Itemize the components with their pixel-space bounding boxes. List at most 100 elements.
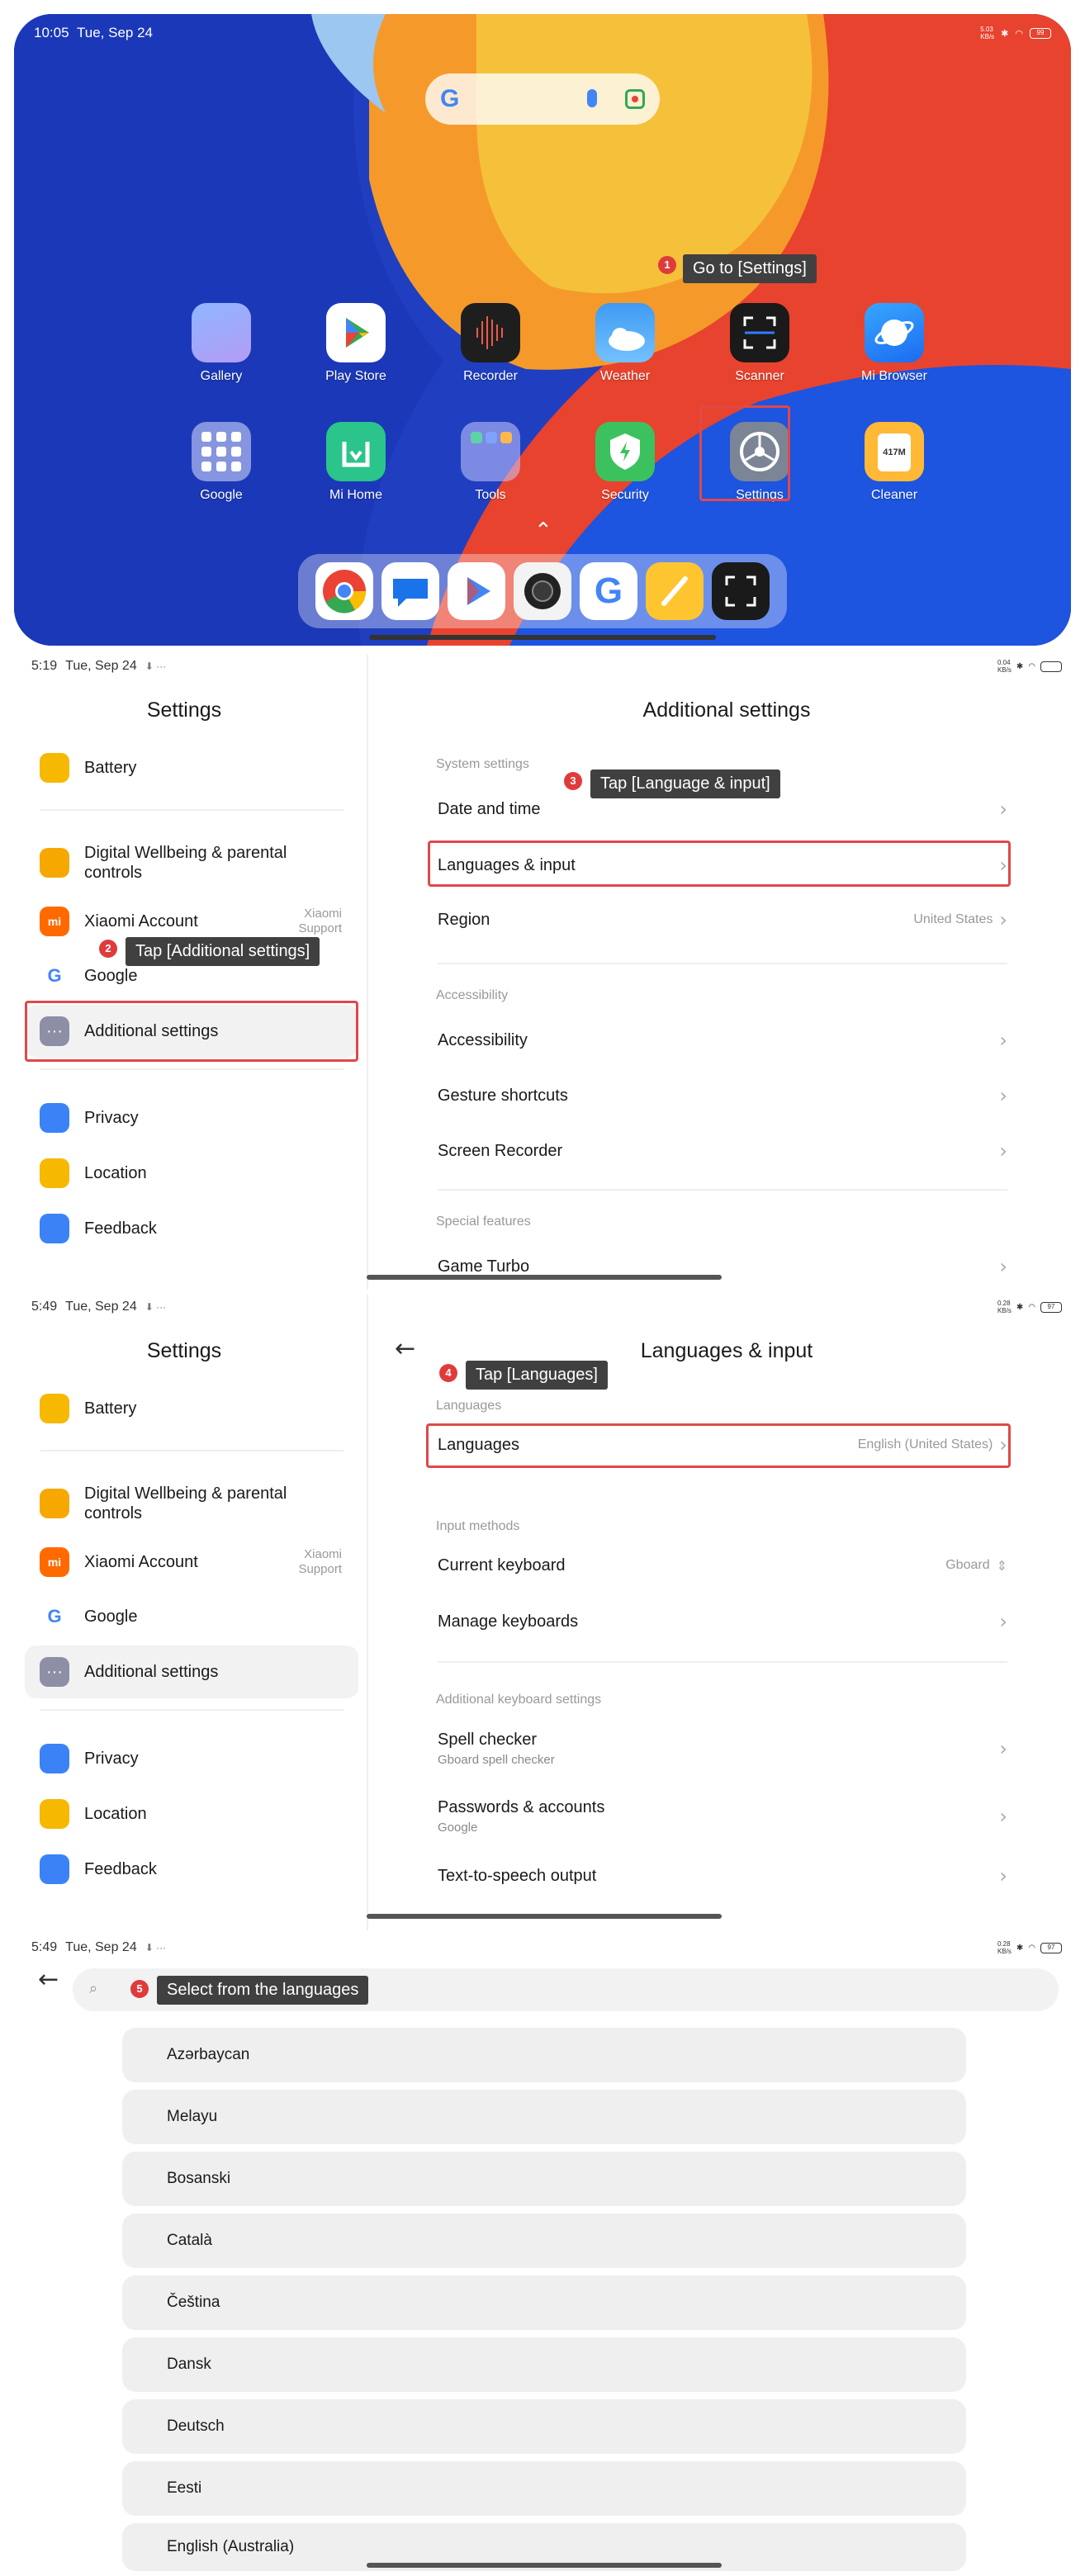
sidebar-item-feedback[interactable]: Feedback: [25, 1843, 358, 1896]
app-label: Mi Home: [329, 488, 382, 502]
updown-chevron-icon: ⇕: [996, 1557, 1007, 1574]
sidebar-item-privacy[interactable]: Privacy: [25, 1091, 358, 1144]
app-label: Recorder: [463, 369, 518, 383]
notes-icon[interactable]: [646, 562, 704, 620]
cleaner-badge: 417M: [878, 433, 911, 471]
row-spell-checker[interactable]: Spell checker Gboard spell checker ›: [438, 1726, 1007, 1772]
google-g-icon: G: [47, 965, 62, 986]
language-item[interactable]: Deutsch: [122, 2399, 966, 2454]
sidebar-item-location[interactable]: Location: [25, 1788, 358, 1840]
wellbeing-icon: [40, 1489, 69, 1518]
app-mi-home[interactable]: Mi Home: [302, 422, 410, 503]
home-indicator[interactable]: [367, 1275, 722, 1280]
google-search-widget[interactable]: G: [425, 73, 660, 125]
row-manage-keyboards[interactable]: Manage keyboards ›: [438, 1605, 1007, 1638]
language-item[interactable]: Eesti: [122, 2461, 966, 2516]
scanner-icon[interactable]: [712, 562, 770, 620]
row-screen-recorder[interactable]: Screen Recorder ›: [438, 1134, 1007, 1167]
row-region[interactable]: Region United States ›: [438, 903, 1007, 936]
divider: [438, 1189, 1007, 1191]
back-arrow-icon[interactable]: ←: [38, 1965, 59, 1994]
home-indicator[interactable]: [367, 2563, 722, 2568]
sidebar-item-digital-wellbeing[interactable]: Digital Wellbeing & parental controls: [25, 834, 358, 892]
lens-icon[interactable]: [625, 89, 645, 109]
net-speed: 0.04 KB/s: [997, 659, 1012, 674]
sidebar-title: Settings: [146, 1339, 222, 1362]
cleaner-icon: 417M: [865, 422, 924, 481]
section-header: Special features: [436, 1215, 531, 1229]
sidebar-item-battery[interactable]: Battery: [25, 741, 358, 794]
app-play-store[interactable]: Play Store: [302, 303, 410, 384]
mic-icon[interactable]: [587, 89, 597, 107]
chevron-up-icon[interactable]: ⌃: [534, 518, 552, 543]
status-date: Tue, Sep 24: [65, 1940, 137, 1954]
security-icon: [595, 422, 655, 481]
language-item[interactable]: Dansk: [122, 2337, 966, 2392]
app-scanner[interactable]: Scanner: [706, 303, 813, 384]
highlight-languages: [426, 1423, 1011, 1468]
section-header: System settings: [436, 757, 529, 771]
google-icon[interactable]: G: [580, 562, 637, 620]
app-security[interactable]: Security: [571, 422, 679, 503]
messages-icon[interactable]: [381, 562, 439, 620]
app-gallery[interactable]: Gallery: [168, 303, 275, 384]
language-item[interactable]: Bosanski: [122, 2152, 966, 2206]
weather-icon: [595, 303, 655, 362]
app-tools-folder[interactable]: Tools: [437, 422, 544, 503]
sidebar-item-xiaomi-account[interactable]: mi Xiaomi Account Xiaomi Support: [25, 1536, 358, 1589]
sidebar-item-privacy[interactable]: Privacy: [25, 1732, 358, 1785]
sidebar-item-additional-settings[interactable]: ··· Additional settings: [25, 1646, 358, 1698]
chevron-right-icon: ›: [999, 1139, 1007, 1163]
language-item[interactable]: Čeština: [122, 2275, 966, 2330]
app-google-folder[interactable]: Google: [168, 422, 275, 503]
chevron-right-icon: ›: [999, 1084, 1007, 1107]
app-recorder[interactable]: Recorder: [437, 303, 544, 384]
sidebar-item-location[interactable]: Location: [25, 1147, 358, 1200]
privacy-eye-icon: [40, 1103, 69, 1133]
highlight-settings: [699, 405, 790, 501]
row-text-to-speech[interactable]: Text-to-speech output ›: [438, 1859, 1007, 1892]
dock: G: [298, 554, 787, 628]
more-dots-icon: ···: [40, 1657, 69, 1687]
app-mi-browser[interactable]: Mi Browser: [841, 303, 948, 384]
sidebar-item-battery[interactable]: Battery: [25, 1382, 358, 1435]
app-weather[interactable]: Weather: [571, 303, 679, 384]
google-g-icon: G: [47, 1606, 62, 1627]
sidebar-item-feedback[interactable]: Feedback: [25, 1202, 358, 1255]
bluetooth-icon: ✱: [1016, 661, 1024, 671]
wifi-icon: ◠: [1028, 1302, 1035, 1312]
row-passwords-accounts[interactable]: Passwords & accounts Google ›: [438, 1793, 1007, 1840]
home-indicator[interactable]: [367, 1914, 722, 1919]
row-current-keyboard[interactable]: Current keyboard Gboard ⇕: [438, 1549, 1007, 1582]
annotation-tooltip: Tap [Additional settings]: [126, 937, 320, 966]
language-item[interactable]: Melayu: [122, 2090, 966, 2144]
bluetooth-icon: ✱: [1016, 1302, 1024, 1312]
camera-icon[interactable]: [514, 562, 571, 620]
language-item[interactable]: Azərbaycan: [122, 2028, 966, 2082]
row-gesture-shortcuts[interactable]: Gesture shortcuts ›: [438, 1079, 1007, 1112]
sidebar-item-google[interactable]: G Google: [25, 1590, 358, 1643]
location-pin-icon: [40, 1158, 69, 1188]
app-label: Gallery: [200, 369, 243, 383]
net-speed: 0.28 KB/s: [997, 1300, 1012, 1314]
wifi-icon: ◠: [1028, 661, 1035, 671]
language-item[interactable]: Català: [122, 2214, 966, 2268]
annotation-badge: 1: [658, 256, 676, 274]
chevron-right-icon: ›: [999, 1029, 1007, 1052]
divider: [40, 1450, 344, 1451]
divider: [438, 1661, 1007, 1663]
feedback-icon: [40, 1854, 69, 1884]
app-label: Tools: [475, 488, 506, 502]
divider: [40, 1068, 344, 1070]
play-store-icon: [326, 303, 386, 362]
app-cleaner[interactable]: 417M Cleaner: [841, 422, 948, 503]
chevron-right-icon: ›: [999, 1864, 1007, 1887]
chrome-icon[interactable]: [315, 562, 373, 620]
chevron-right-icon: ›: [999, 1737, 1007, 1760]
status-time: 5:49: [31, 1940, 58, 1954]
status-bar: 10:05 Tue, Sep 24 5.03 KB/s ✱ ◠ 99: [34, 21, 1051, 45]
play-games-icon[interactable]: [448, 562, 505, 620]
sidebar-item-digital-wellbeing[interactable]: Digital Wellbeing & parental controls: [25, 1475, 358, 1532]
home-indicator[interactable]: [369, 635, 716, 640]
row-accessibility[interactable]: Accessibility ›: [438, 1024, 1007, 1057]
